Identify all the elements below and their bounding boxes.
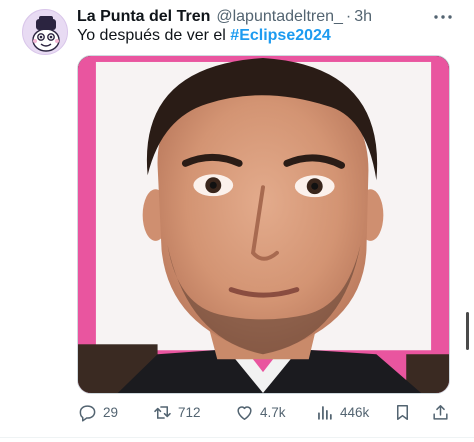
views-button[interactable]: 446k bbox=[315, 398, 369, 426]
heart-icon bbox=[237, 405, 252, 420]
share-button[interactable] bbox=[431, 398, 450, 426]
tweet-media-photo[interactable] bbox=[77, 55, 450, 394]
share-upload-icon bbox=[433, 404, 448, 420]
like-count: 4.7k bbox=[260, 404, 286, 420]
tweet[interactable]: La Punta del Tren @lapuntadeltren_ · 3h … bbox=[0, 0, 474, 442]
bookmark-icon bbox=[396, 404, 409, 420]
views-count: 446k bbox=[340, 404, 370, 420]
reply-bubble-icon bbox=[79, 404, 96, 422]
author-handle[interactable]: @lapuntadeltren_ bbox=[216, 8, 343, 26]
reply-button[interactable]: 29 bbox=[78, 398, 118, 426]
author-avatar[interactable] bbox=[22, 9, 68, 55]
cartoon-train-character-icon bbox=[23, 10, 67, 54]
tweet-text-body: Yo después de ver el bbox=[77, 27, 231, 44]
retweet-count: 712 bbox=[178, 404, 201, 420]
hashtag-link[interactable]: #Eclipse2024 bbox=[230, 27, 331, 44]
tweet-text: Yo después de ver el #Eclipse2024 bbox=[77, 27, 457, 49]
tweet-divider bbox=[0, 437, 474, 438]
man-portrait-photo-icon bbox=[78, 56, 449, 393]
more-dots-icon bbox=[434, 15, 452, 19]
like-button[interactable]: 4.7k bbox=[235, 398, 286, 426]
views-bar-chart-icon bbox=[318, 405, 332, 420]
tweet-header: La Punta del Tren @lapuntadeltren_ · 3h bbox=[77, 6, 467, 28]
more-options-button[interactable] bbox=[430, 8, 456, 26]
tweet-timestamp[interactable]: 3h bbox=[354, 8, 372, 26]
retweet-arrows-icon bbox=[154, 405, 171, 419]
author-display-name[interactable]: La Punta del Tren bbox=[77, 8, 210, 26]
retweet-button[interactable]: 712 bbox=[153, 398, 201, 426]
tweet-actions-bar: 29 712 4.7k 446k bbox=[77, 398, 457, 426]
scrollbar-thumb[interactable] bbox=[466, 312, 469, 350]
reply-count: 29 bbox=[103, 404, 119, 420]
bookmark-button[interactable] bbox=[393, 398, 412, 426]
header-separator: · bbox=[345, 8, 352, 25]
